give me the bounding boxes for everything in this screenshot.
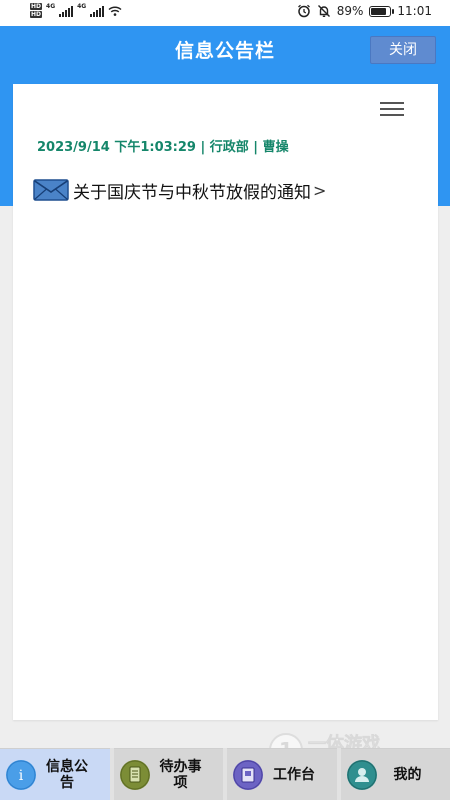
signal-icon xyxy=(90,5,105,17)
nav-item-workbench[interactable]: 工作台 xyxy=(227,748,337,800)
close-button[interactable]: 关闭 xyxy=(370,36,436,64)
alarm-icon xyxy=(297,4,310,18)
chevron-right-icon: > xyxy=(313,180,327,200)
workbench-icon xyxy=(233,759,263,790)
envelope-icon xyxy=(33,179,69,201)
signal-label: 4G xyxy=(77,3,87,10)
status-right: 89% 11:01 xyxy=(297,4,432,18)
user-icon xyxy=(346,759,377,790)
notice-meta: 2023/9/14 下午1:03:29 | 行政部 | 曹操 xyxy=(37,140,289,155)
hd-badges: HD HD xyxy=(30,3,43,18)
battery-percent: 89% xyxy=(336,4,364,18)
battery-icon xyxy=(369,5,395,17)
menu-icon[interactable] xyxy=(380,102,404,120)
nav-label: 信息公告 xyxy=(46,758,88,791)
signal-label: 4G xyxy=(46,3,56,10)
hd-badge: HD xyxy=(30,3,43,10)
clock: 11:01 xyxy=(397,4,432,18)
nav-label: 待办事项 xyxy=(159,758,202,791)
nav-label: 工作台 xyxy=(273,766,315,783)
bottom-nav: i 信息公告 待办事项 工作台 我的 xyxy=(0,748,450,800)
status-bar: HD HD 4G 4G 89% 11:01 xyxy=(0,0,450,26)
svg-text:i: i xyxy=(19,768,24,784)
nav-item-todo[interactable]: 待办事项 xyxy=(113,748,223,800)
hd-badge: HD xyxy=(30,11,43,18)
mute-bell-icon xyxy=(317,5,330,17)
notice-card: 2023/9/14 下午1:03:29 | 行政部 | 曹操 关于国庆节与中秋节… xyxy=(13,84,438,720)
nav-item-profile[interactable]: 我的 xyxy=(340,748,450,800)
nav-item-notices[interactable]: i 信息公告 xyxy=(0,748,110,800)
clipboard-icon xyxy=(119,759,150,790)
signal-icon xyxy=(59,5,74,17)
wifi-icon xyxy=(108,5,122,16)
notice-item[interactable]: 关于国庆节与中秋节放假的通知 > xyxy=(33,176,428,204)
nav-label: 我的 xyxy=(393,766,422,783)
notice-title: 关于国庆节与中秋节放假的通知 xyxy=(73,182,311,203)
info-icon: i xyxy=(6,759,36,790)
status-left: HD HD 4G 4G xyxy=(30,3,122,18)
screen: HD HD 4G 4G 89% 11:01 信息公告栏 关闭 2023/9/14… xyxy=(0,0,450,800)
